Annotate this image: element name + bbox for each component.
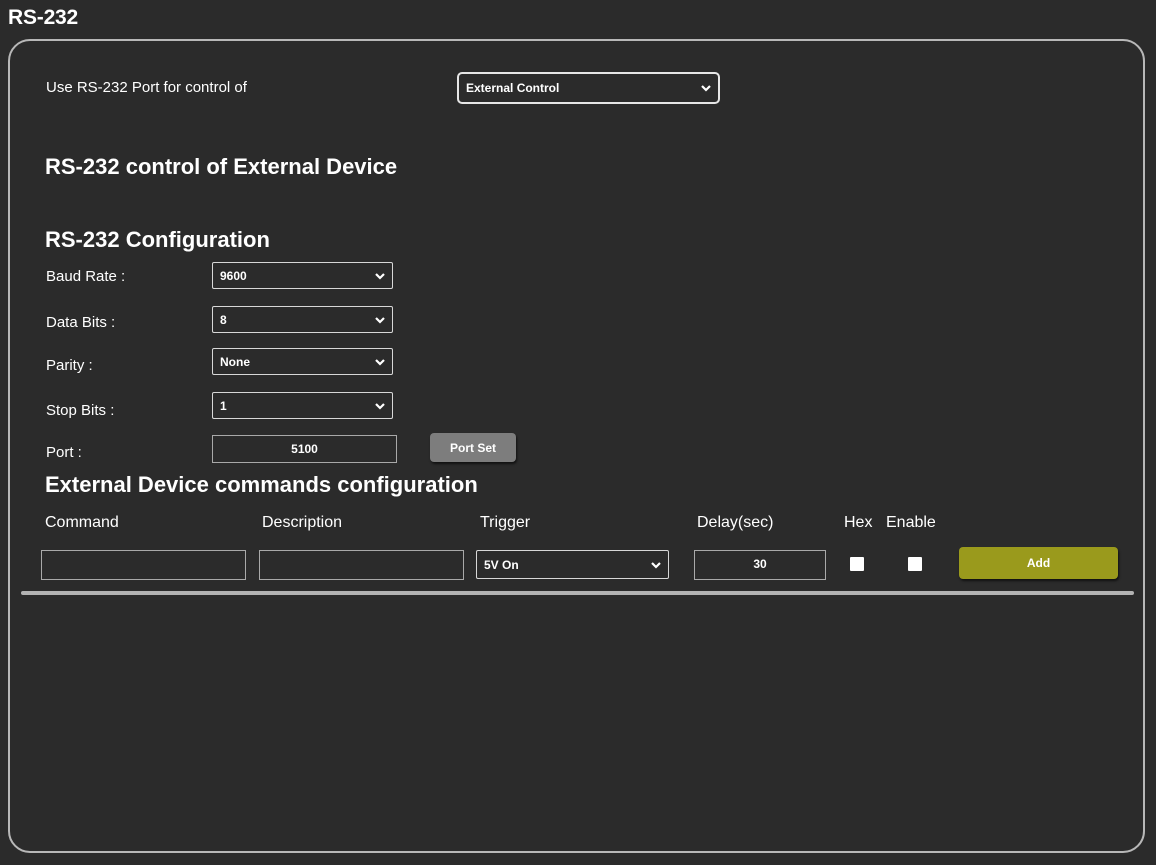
trigger-column-header: Trigger xyxy=(480,514,531,531)
description-column-header: Description xyxy=(262,514,343,531)
port-input[interactable]: 5100 xyxy=(212,435,397,463)
stop-bits-label: Stop Bits : xyxy=(46,402,115,419)
external-control-heading: RS-232 control of External Device xyxy=(45,154,398,179)
commands-heading: External Device commands configuration xyxy=(45,472,478,497)
port-usage-select[interactable]: External Control xyxy=(457,72,720,104)
command-column-header: Command xyxy=(45,514,119,531)
port-usage-value: External Control xyxy=(466,81,560,95)
page-title: RS-232 xyxy=(8,6,79,29)
chevron-down-icon xyxy=(375,402,385,410)
hex-checkbox[interactable] xyxy=(850,557,864,571)
configuration-heading: RS-232 Configuration xyxy=(45,227,270,252)
hex-column-header: Hex xyxy=(844,514,873,531)
data-bits-label: Data Bits : xyxy=(46,314,116,331)
chevron-down-icon xyxy=(375,316,385,324)
trigger-value: 5V On xyxy=(484,557,519,572)
data-bits-select[interactable]: 8 xyxy=(212,306,393,333)
data-bits-value: 8 xyxy=(220,312,227,327)
command-input[interactable] xyxy=(41,550,246,580)
stop-bits-value: 1 xyxy=(220,398,227,413)
divider xyxy=(21,591,1134,595)
description-input[interactable] xyxy=(259,550,464,580)
chevron-down-icon xyxy=(375,272,385,280)
parity-label: Parity : xyxy=(46,357,93,374)
baud-rate-value: 9600 xyxy=(220,268,247,283)
enable-checkbox[interactable] xyxy=(908,557,922,571)
baud-rate-select[interactable]: 9600 xyxy=(212,262,393,289)
chevron-down-icon xyxy=(375,358,385,366)
port-usage-label: Use RS-232 Port for control of xyxy=(46,79,247,96)
chevron-down-icon xyxy=(651,561,661,569)
trigger-select[interactable]: 5V On xyxy=(476,550,669,579)
enable-column-header: Enable xyxy=(886,514,936,531)
parity-value: None xyxy=(220,354,250,369)
chevron-down-icon xyxy=(701,85,711,92)
port-set-button[interactable]: Port Set xyxy=(430,433,516,462)
stop-bits-select[interactable]: 1 xyxy=(212,392,393,419)
delay-input[interactable]: 30 xyxy=(694,550,826,580)
parity-select[interactable]: None xyxy=(212,348,393,375)
delay-column-header: Delay(sec) xyxy=(697,514,774,531)
baud-rate-label: Baud Rate : xyxy=(46,268,126,285)
add-command-button[interactable]: Add xyxy=(959,547,1118,579)
port-label: Port : xyxy=(46,444,82,461)
